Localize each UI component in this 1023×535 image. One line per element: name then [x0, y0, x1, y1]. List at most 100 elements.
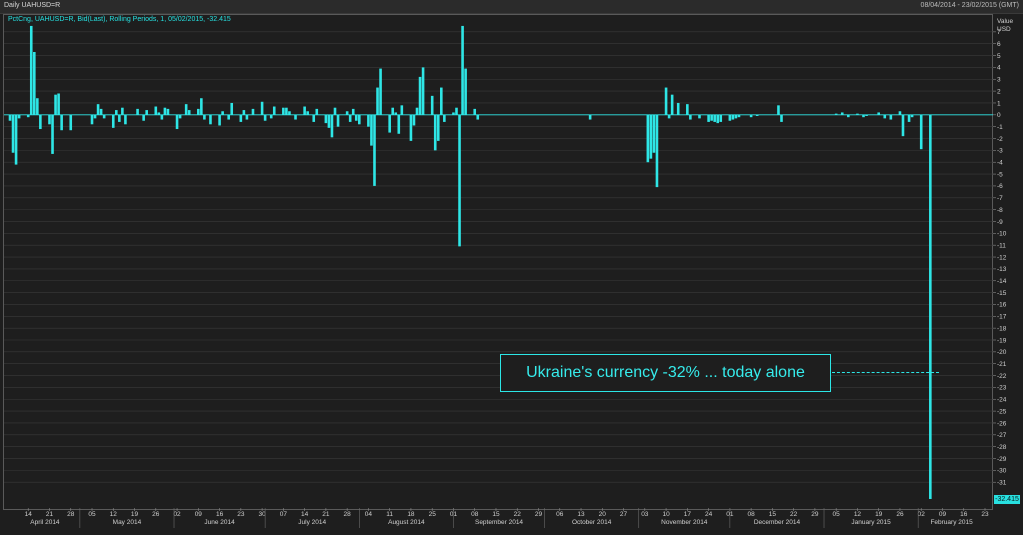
bar — [412, 114, 416, 126]
y-tick-label: -11 — [997, 242, 1006, 249]
bar — [245, 114, 249, 120]
y-tick-label: -1 — [997, 124, 1003, 131]
bar — [90, 114, 94, 125]
y-tick-label: -3 — [997, 148, 1003, 155]
x-tick-label: 15 — [492, 511, 500, 518]
month-label: July 2014 — [298, 519, 326, 526]
bar — [54, 94, 57, 115]
bar — [242, 110, 246, 115]
annotation-callout: Ukraine's currency -32% ... today alone — [500, 354, 831, 392]
x-tick-label: 09 — [939, 511, 947, 518]
bar — [142, 114, 145, 121]
bar — [93, 114, 97, 119]
bar — [655, 114, 659, 188]
bar — [285, 107, 288, 115]
bar — [907, 114, 911, 122]
bar — [430, 95, 434, 115]
bar — [121, 107, 124, 115]
bar — [719, 114, 723, 122]
bar — [187, 110, 191, 115]
bar — [391, 107, 395, 115]
x-tick-label: 29 — [811, 511, 819, 518]
bar — [397, 114, 401, 134]
bar — [464, 68, 467, 115]
bar — [652, 114, 656, 153]
x-tick-label: 22 — [790, 511, 798, 518]
y-tick-label: -19 — [997, 337, 1007, 344]
bar — [367, 114, 370, 127]
bar — [327, 114, 331, 128]
x-tick-label: 17 — [684, 511, 692, 518]
bar — [379, 68, 382, 115]
x-tick-label: 12 — [110, 511, 118, 518]
bar — [39, 114, 42, 130]
y-tick-label: -17 — [997, 314, 1007, 321]
bar — [36, 98, 39, 115]
bar — [670, 94, 674, 115]
bar — [294, 114, 297, 120]
y-tick-label: 5 — [997, 53, 1001, 60]
bar — [166, 108, 170, 115]
x-tick-label: 15 — [769, 511, 777, 518]
y-tick-label: -9 — [997, 219, 1003, 226]
bar — [458, 114, 461, 247]
y-tick-label: -16 — [997, 302, 1007, 309]
x-tick-label: 19 — [131, 511, 139, 518]
bar — [452, 112, 455, 115]
x-tick-label: 12 — [854, 511, 862, 518]
bar — [455, 107, 458, 115]
y-tick-label: -20 — [997, 349, 1007, 356]
bar — [400, 105, 404, 115]
bar — [910, 114, 914, 118]
bar — [51, 114, 54, 154]
bar — [272, 106, 276, 115]
bar — [175, 114, 179, 130]
bar — [440, 87, 443, 115]
bar — [306, 111, 309, 115]
x-tick-label: 11 — [386, 511, 393, 518]
month-label: November 2014 — [661, 519, 708, 526]
y-tick-label: -26 — [997, 420, 1007, 427]
bar — [32, 52, 36, 115]
bar — [115, 110, 118, 115]
y-tick-label: -30 — [997, 468, 1007, 475]
bar — [154, 106, 158, 115]
x-tick-label: 22 — [514, 511, 522, 518]
x-tick-label: 21 — [322, 511, 330, 518]
bar — [461, 25, 464, 115]
bar — [689, 114, 692, 120]
bar — [847, 114, 850, 118]
x-tick-label: 05 — [833, 511, 841, 518]
bar — [203, 114, 206, 120]
month-label: June 2014 — [204, 519, 235, 526]
y-tick-label: -4 — [997, 160, 1003, 167]
bar — [649, 114, 653, 159]
bar — [163, 107, 167, 115]
y-tick-label: 4 — [997, 65, 1001, 72]
bar — [698, 114, 701, 119]
x-tick-label: 08 — [471, 511, 479, 518]
bar — [197, 108, 200, 115]
bar — [333, 107, 337, 115]
y-tick-label: 2 — [997, 88, 1001, 95]
bar — [889, 114, 893, 120]
bar — [351, 108, 355, 115]
bar — [443, 114, 446, 122]
month-label: April 2014 — [30, 519, 60, 526]
x-tick-label: 24 — [705, 511, 713, 518]
legend-text: PctCng, UAHUSD=R, Bid(Last), Rolling Per… — [8, 16, 231, 23]
x-tick-label: 19 — [875, 511, 883, 518]
bar — [111, 114, 115, 128]
y-tick-label: -29 — [997, 456, 1007, 463]
x-tick-label: 03 — [641, 511, 649, 518]
bar — [901, 114, 905, 137]
x-tick-label: 25 — [429, 511, 437, 518]
x-tick-label: 23 — [237, 511, 245, 518]
bar — [324, 114, 328, 124]
bar — [102, 114, 106, 119]
x-tick-label: 18 — [407, 511, 415, 518]
bar-chart: 76543210-1-2-3-4-5-6-7-8-9-10-11-12-13-1… — [4, 18, 1014, 528]
bar — [780, 114, 783, 122]
bar — [218, 114, 221, 126]
bar — [336, 114, 340, 127]
